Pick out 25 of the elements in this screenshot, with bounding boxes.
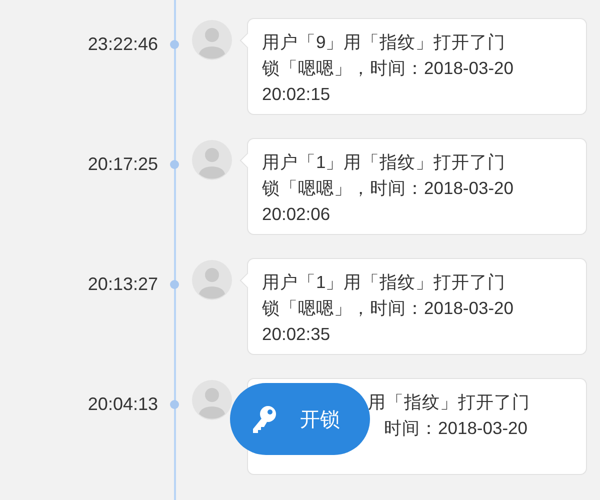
avatar-icon [192,140,232,180]
key-icon [250,404,278,434]
message-text: 锁「嗯嗯」，时间：2018-03-20 [262,177,515,200]
timeline-dot [170,280,179,289]
message-text: 20:02:35 [262,323,332,346]
message-text: 锁「嗯嗯」，时间：2018-03-20 [262,57,515,80]
message-text: 用户「1」用「指纹」打开了门 [262,151,507,174]
message-text: 用户「1」用「指纹」打开了门 [262,271,507,294]
avatar-icon [192,20,232,60]
message-text: 20:02:15 [262,83,332,106]
message-text: 时间：2018-03-20 [384,417,529,440]
unlock-button[interactable]: 开锁 [230,383,370,455]
message-text: 锁「嗯嗯」，时间：2018-03-20 [262,297,515,320]
event-time: 20:17:25 [86,154,158,175]
message-text: 20:02:06 [262,203,332,226]
avatar-icon [192,380,232,420]
event-time: 20:04:13 [86,394,158,415]
event-time: 20:13:27 [86,274,158,295]
event-time: 23:22:46 [86,34,158,55]
timeline-dot [170,400,179,409]
message-text: 用户「9」用「指纹」打开了门 [262,31,507,54]
timeline-dot [170,40,179,49]
avatar-icon [192,260,232,300]
timeline-dot [170,160,179,169]
message-text: 用「指纹」打开了门 [368,391,531,414]
